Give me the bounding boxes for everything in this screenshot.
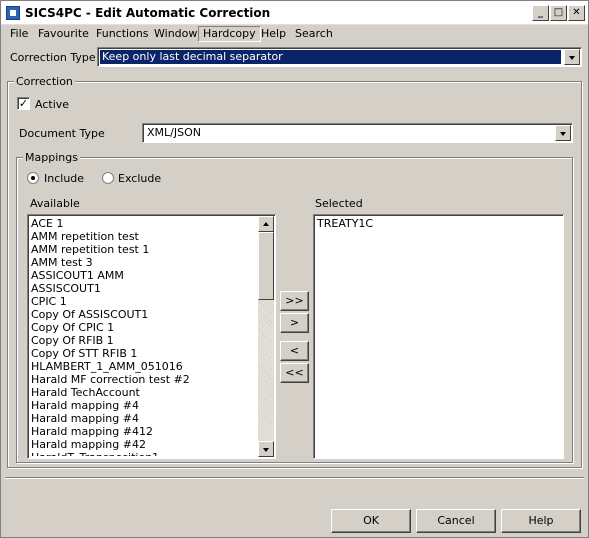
remove-all-button[interactable]: << bbox=[280, 363, 309, 383]
available-list-item[interactable]: HaraldT_Transposition1 bbox=[30, 451, 257, 456]
available-label: Available bbox=[30, 197, 80, 210]
correction-type-dropdown[interactable]: Keep only last decimal separator bbox=[97, 47, 582, 67]
chevron-down-icon bbox=[569, 56, 575, 60]
available-list-item[interactable]: Harald mapping #42 bbox=[30, 438, 257, 451]
available-list-item[interactable]: Harald mapping #4 bbox=[30, 399, 257, 412]
correction-type-value: Keep only last decimal separator bbox=[100, 50, 561, 64]
menu-search[interactable]: Search bbox=[291, 26, 337, 42]
available-list-item[interactable]: Harald TechAccount bbox=[30, 386, 257, 399]
correction-type-dropdown-button[interactable] bbox=[564, 49, 580, 65]
available-list-item[interactable]: Copy Of CPIC 1 bbox=[30, 321, 257, 334]
menu-bar: File Favourite Functions Window Hardcopy… bbox=[1, 25, 588, 43]
remove-button[interactable]: < bbox=[280, 341, 309, 361]
available-list-item[interactable]: CPIC 1 bbox=[30, 295, 257, 308]
available-list-item[interactable]: Copy Of ASSISCOUT1 bbox=[30, 308, 257, 321]
available-list-item[interactable]: ACE 1 bbox=[30, 217, 257, 230]
available-list-items: ACE 1 AMM repetition test AMM repetition t… bbox=[30, 217, 257, 456]
window-title: SICS4PC - Edit Automatic Correction bbox=[25, 6, 271, 20]
available-list-item[interactable]: Harald mapping #4 bbox=[30, 412, 257, 425]
available-list[interactable]: ACE 1 AMM repetition test AMM repetition t… bbox=[27, 214, 276, 459]
selected-list-item[interactable]: TREATY1C bbox=[316, 217, 561, 230]
cancel-button[interactable]: Cancel bbox=[416, 509, 496, 533]
scroll-thumb[interactable] bbox=[258, 232, 274, 300]
minimize-button[interactable]: _ bbox=[532, 5, 549, 21]
chevron-down-icon bbox=[263, 448, 269, 452]
available-list-item[interactable]: HLAMBERT_1_AMM_051016 bbox=[30, 360, 257, 373]
title-bar[interactable]: SICS4PC - Edit Automatic Correction _ □ … bbox=[1, 1, 588, 25]
available-list-item[interactable]: Harald MF correction test #2 bbox=[30, 373, 257, 386]
menu-hardcopy[interactable]: Hardcopy bbox=[198, 26, 261, 42]
document-type-value: XML/JSON bbox=[147, 126, 201, 139]
ok-button[interactable]: OK bbox=[331, 509, 411, 533]
exclude-radio[interactable] bbox=[102, 172, 114, 184]
add-button[interactable]: > bbox=[280, 313, 309, 333]
selected-label: Selected bbox=[315, 197, 363, 210]
available-list-item[interactable]: Harald mapping #412 bbox=[30, 425, 257, 438]
active-label: Active bbox=[35, 98, 70, 111]
correction-type-label: Correction Type bbox=[10, 51, 96, 64]
chevron-up-icon bbox=[263, 222, 269, 226]
close-button[interactable]: ✕ bbox=[568, 5, 585, 21]
include-radio[interactable] bbox=[27, 172, 39, 184]
include-label[interactable]: Include bbox=[44, 172, 84, 185]
available-list-item[interactable]: ASSICOUT1 AMM bbox=[30, 269, 257, 282]
selected-list-items: TREATY1C bbox=[316, 217, 561, 456]
document-type-dropdown[interactable]: XML/JSON bbox=[142, 123, 573, 143]
available-list-item[interactable]: Copy Of STT RFIB 1 bbox=[30, 347, 257, 360]
menu-help[interactable]: Help bbox=[257, 26, 290, 42]
menu-functions[interactable]: Functions bbox=[92, 26, 153, 42]
document-type-dropdown-button[interactable] bbox=[555, 125, 571, 141]
maximize-button[interactable]: □ bbox=[550, 5, 567, 21]
menu-favourite[interactable]: Favourite bbox=[34, 26, 93, 42]
add-all-button[interactable]: >> bbox=[280, 291, 309, 311]
app-icon bbox=[6, 6, 20, 20]
active-checkbox[interactable]: ✓ bbox=[17, 97, 30, 110]
exclude-label[interactable]: Exclude bbox=[118, 172, 161, 185]
available-list-item[interactable]: AMM repetition test 1 bbox=[30, 243, 257, 256]
available-list-item[interactable]: ASSISCOUT1 bbox=[30, 282, 257, 295]
available-list-item[interactable]: AMM repetition test bbox=[30, 230, 257, 243]
scroll-up-button[interactable] bbox=[258, 216, 274, 232]
correction-group-title: Correction bbox=[14, 75, 75, 88]
menu-file[interactable]: File bbox=[6, 26, 32, 42]
mappings-group-title: Mappings bbox=[23, 151, 80, 164]
selected-list[interactable]: TREATY1C bbox=[313, 214, 564, 459]
chevron-down-icon bbox=[560, 132, 566, 136]
menu-window[interactable]: Window bbox=[150, 26, 201, 42]
available-list-item[interactable]: AMM test 3 bbox=[30, 256, 257, 269]
edit-automatic-correction-window: SICS4PC - Edit Automatic Correction _ □ … bbox=[0, 0, 589, 538]
radio-selected-dot bbox=[31, 176, 35, 180]
scroll-down-button[interactable] bbox=[258, 441, 274, 457]
help-button[interactable]: Help bbox=[501, 509, 581, 533]
checkmark-icon: ✓ bbox=[18, 97, 29, 110]
document-type-label: Document Type bbox=[19, 127, 105, 140]
available-list-scrollbar[interactable] bbox=[258, 216, 274, 457]
available-list-item[interactable]: Copy Of RFIB 1 bbox=[30, 334, 257, 347]
footer-separator bbox=[5, 477, 584, 479]
